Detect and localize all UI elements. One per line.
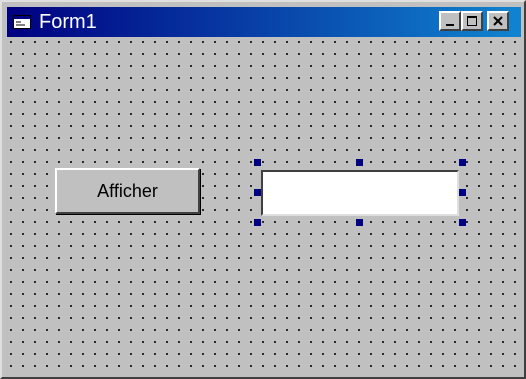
resize-handle-right[interactable] [459, 189, 466, 196]
maximize-icon [467, 16, 477, 26]
maximize-button[interactable] [461, 11, 483, 31]
text-input[interactable] [261, 170, 459, 216]
resize-handle-top[interactable] [356, 159, 363, 166]
resize-handle-top-right[interactable] [459, 159, 466, 166]
resize-handle-bottom[interactable] [356, 219, 363, 226]
form-design-area[interactable]: Afficher [7, 39, 521, 376]
resize-handle-bottom-left[interactable] [254, 219, 261, 226]
minimize-button[interactable] [439, 11, 461, 31]
resize-handle-bottom-right[interactable] [459, 219, 466, 226]
form-window: Form1 Afficher [0, 0, 526, 379]
resize-handle-top-left[interactable] [254, 159, 261, 166]
window-title: Form1 [39, 11, 97, 33]
close-icon [493, 16, 503, 26]
resize-handle-left[interactable] [254, 189, 261, 196]
minimize-icon [446, 24, 454, 26]
afficher-button[interactable]: Afficher [55, 168, 200, 214]
title-bar[interactable]: Form1 [7, 7, 521, 37]
close-button[interactable] [487, 11, 509, 31]
form-app-icon[interactable] [13, 15, 31, 29]
